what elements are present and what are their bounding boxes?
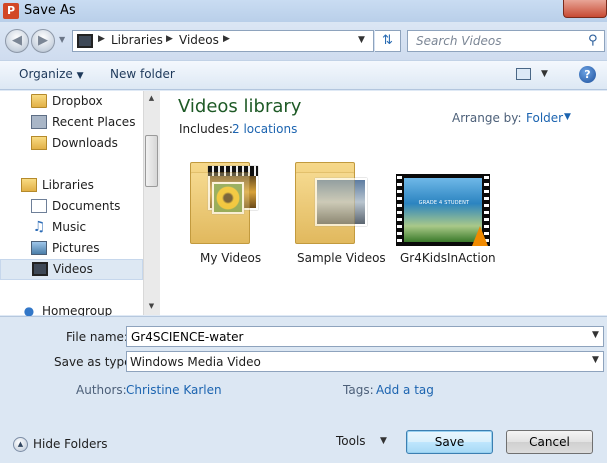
breadcrumb-videos[interactable]: Videos xyxy=(179,33,219,47)
search-input[interactable]: Search Videos ⚲ xyxy=(407,30,605,52)
documents-icon xyxy=(31,199,47,213)
back-button[interactable]: ◀ xyxy=(5,29,29,53)
arrange-by-select[interactable]: Folder xyxy=(526,111,563,125)
filename-input[interactable] xyxy=(126,326,604,347)
file-item-label[interactable]: My Videos xyxy=(200,251,261,265)
authors-field[interactable]: Christine Karlen xyxy=(126,383,222,397)
arrange-by-dropdown-icon[interactable]: ▼ xyxy=(564,112,571,122)
nav-item-label: Documents xyxy=(52,199,121,213)
nav-item-pictures[interactable]: Pictures xyxy=(0,238,143,259)
breadcrumb-separator-icon[interactable]: ▶ xyxy=(166,34,173,44)
title-bar xyxy=(0,0,607,22)
address-dropdown-icon[interactable]: ▼ xyxy=(358,35,365,45)
tags-label: Tags: xyxy=(343,383,374,397)
scroll-down-icon[interactable]: ▼ xyxy=(143,299,160,313)
window-title: Save As xyxy=(24,3,76,18)
tools-dropdown-icon[interactable]: ▼ xyxy=(380,436,387,446)
nav-item-label: Recent Places xyxy=(52,115,136,129)
forward-button[interactable]: ▶ xyxy=(31,29,55,53)
file-item-label[interactable]: Gr4KidsInAction xyxy=(400,251,496,265)
includes-locations-link[interactable]: 2 locations xyxy=(232,122,297,136)
folder-front-icon xyxy=(190,172,250,244)
nav-scrollbar[interactable] xyxy=(143,91,160,315)
downloads-icon xyxy=(31,136,47,150)
library-title: Videos library xyxy=(178,96,302,117)
powerpoint-app-icon: P xyxy=(3,3,19,19)
arrange-by-label: Arrange by: xyxy=(452,111,522,125)
file-item-my-videos[interactable] xyxy=(190,152,280,244)
search-icon: ⚲ xyxy=(588,33,598,48)
save-as-type-value[interactable]: Windows Media Video xyxy=(130,355,261,369)
nav-item-label: Dropbox xyxy=(52,94,103,108)
videos-icon xyxy=(32,262,48,276)
filename-label: File name: xyxy=(66,330,128,344)
tools-button[interactable]: Tools xyxy=(336,434,366,448)
breadcrumb-separator-icon[interactable]: ▶ xyxy=(98,34,105,44)
pictures-icon xyxy=(31,241,47,255)
cancel-button[interactable]: Cancel xyxy=(506,430,593,454)
includes-label: Includes: xyxy=(179,122,233,136)
folder-icon xyxy=(31,94,47,108)
nav-item-libraries[interactable]: Libraries xyxy=(0,175,143,196)
hide-folders-button[interactable]: Hide Folders xyxy=(33,437,108,451)
save-button[interactable]: Save xyxy=(406,430,493,454)
authors-label: Authors: xyxy=(76,383,127,397)
search-placeholder: Search Videos xyxy=(416,34,502,48)
nav-item-downloads[interactable]: Downloads xyxy=(0,133,143,154)
nav-item-label: Videos xyxy=(53,262,93,276)
nav-item-documents[interactable]: Documents xyxy=(0,196,143,217)
breadcrumb-libraries[interactable]: Libraries xyxy=(111,33,163,47)
music-icon: ♫ xyxy=(32,219,46,235)
file-item-label[interactable]: Sample Videos xyxy=(297,251,386,265)
filename-dropdown-icon[interactable]: ▼ xyxy=(592,330,599,340)
videos-folder-icon xyxy=(77,34,93,48)
folder-front-icon xyxy=(295,172,355,244)
video-thumbnail-caption: GRADE 4 STUDENT xyxy=(418,200,470,206)
breadcrumb[interactable]: ▶ Libraries ▶ Videos ▶ ▼ xyxy=(72,30,374,52)
scroll-up-icon[interactable]: ▲ xyxy=(143,91,160,105)
nav-item-recent-places[interactable]: Recent Places xyxy=(0,112,143,133)
navigation-pane: Dropbox Recent Places Downloads Librarie… xyxy=(0,91,143,318)
recent-places-icon xyxy=(31,115,47,129)
new-folder-button[interactable]: New folder xyxy=(110,67,175,81)
tags-field[interactable]: Add a tag xyxy=(376,383,434,397)
nav-item-label: Music xyxy=(52,220,87,234)
nav-item-music[interactable]: ♫ Music xyxy=(0,217,143,238)
view-options-dropdown-icon[interactable]: ▼ xyxy=(541,69,548,79)
breadcrumb-separator-icon[interactable]: ▶ xyxy=(223,34,230,44)
libraries-icon xyxy=(21,178,37,192)
organize-button[interactable]: Organize ▼ xyxy=(19,67,84,81)
recent-locations-dropdown-icon[interactable]: ▼ xyxy=(59,35,65,44)
nav-item-dropbox[interactable]: Dropbox xyxy=(0,91,143,112)
video-preview-image xyxy=(404,178,482,242)
film-holes-icon xyxy=(397,176,402,244)
nav-scrollbar-thumb[interactable] xyxy=(145,135,158,187)
change-view-icon[interactable] xyxy=(516,68,531,80)
chevron-up-icon[interactable]: ▲ xyxy=(13,437,28,452)
vlc-cone-icon xyxy=(472,226,488,246)
nav-item-label: Libraries xyxy=(42,178,94,192)
nav-item-videos[interactable]: Videos xyxy=(0,259,143,280)
nav-item-label: Downloads xyxy=(52,136,118,150)
nav-item-label: Pictures xyxy=(52,241,100,255)
refresh-icon[interactable]: ⇅ xyxy=(375,30,401,52)
help-icon[interactable]: ? xyxy=(579,66,596,83)
file-item-sample-videos[interactable] xyxy=(295,152,385,244)
save-as-type-dropdown-icon[interactable]: ▼ xyxy=(592,355,599,365)
close-window-button[interactable] xyxy=(563,0,607,18)
save-as-type-label: Save as type: xyxy=(54,355,136,369)
